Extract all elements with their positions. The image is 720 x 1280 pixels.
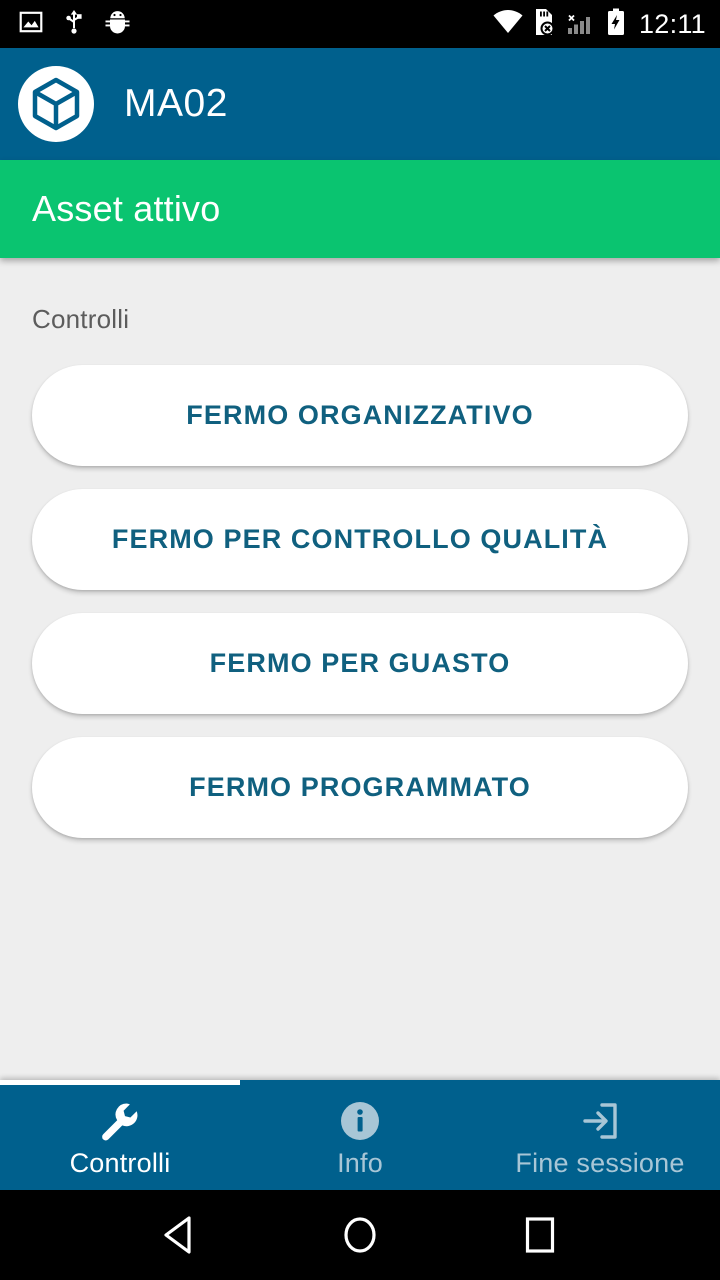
back-triangle-icon[interactable] xyxy=(140,1205,220,1265)
controls-button-list: FERMO ORGANIZZATIVO FERMO PER CONTROLLO … xyxy=(0,365,720,838)
main-content: Controlli FERMO ORGANIZZATIVO FERMO PER … xyxy=(0,258,720,1080)
section-label-controlli: Controlli xyxy=(32,304,130,334)
asset-status-text: Asset attivo xyxy=(32,188,221,229)
info-circle-icon xyxy=(337,1098,383,1144)
android-debug-icon xyxy=(104,9,131,39)
cube-logo-icon xyxy=(18,66,94,142)
android-system-navigation-bar xyxy=(0,1190,720,1280)
active-tab-indicator xyxy=(0,1080,240,1085)
exit-icon xyxy=(577,1098,623,1144)
fermo-programmato-button[interactable]: FERMO PROGRAMMATO xyxy=(32,737,688,838)
signal-no-service-icon xyxy=(565,8,597,41)
wifi-icon xyxy=(493,9,523,40)
app-bar: MA02 xyxy=(0,48,720,160)
status-bar-left-icons xyxy=(18,9,131,40)
system-status-bar: 12:11 xyxy=(0,0,720,48)
nav-tab-info[interactable]: Info xyxy=(240,1080,480,1190)
status-bar-right-icons: 12:11 xyxy=(493,8,706,41)
asset-status-banner: Asset attivo xyxy=(0,160,720,258)
nav-label-fine-sessione: Fine sessione xyxy=(515,1147,685,1178)
fermo-per-guasto-button[interactable]: FERMO PER GUASTO xyxy=(32,613,688,714)
recents-square-icon[interactable] xyxy=(500,1205,580,1265)
wrench-icon xyxy=(97,1098,143,1144)
app-title: MA02 xyxy=(124,82,228,125)
app-screen: 12:11 MA02 Asset attivo Controlli FERMO … xyxy=(0,0,720,1280)
nav-tab-fine-sessione[interactable]: Fine sessione xyxy=(480,1080,720,1190)
battery-charging-icon xyxy=(606,8,626,41)
sd-card-error-icon xyxy=(532,8,556,41)
fermo-controllo-qualita-button[interactable]: FERMO PER CONTROLLO QUALITÀ xyxy=(32,489,688,590)
home-circle-icon[interactable] xyxy=(320,1205,400,1265)
nav-tab-controlli[interactable]: Controlli xyxy=(0,1080,240,1190)
fermo-organizzativo-button[interactable]: FERMO ORGANIZZATIVO xyxy=(32,365,688,466)
nav-label-info: Info xyxy=(337,1147,383,1178)
screenshot-icon xyxy=(18,9,44,40)
status-bar-clock: 12:11 xyxy=(638,8,706,39)
usb-icon xyxy=(62,9,86,40)
nav-label-controlli: Controlli xyxy=(69,1147,171,1178)
bottom-navigation-bar: Controlli Info Fine sessione xyxy=(0,1080,720,1190)
